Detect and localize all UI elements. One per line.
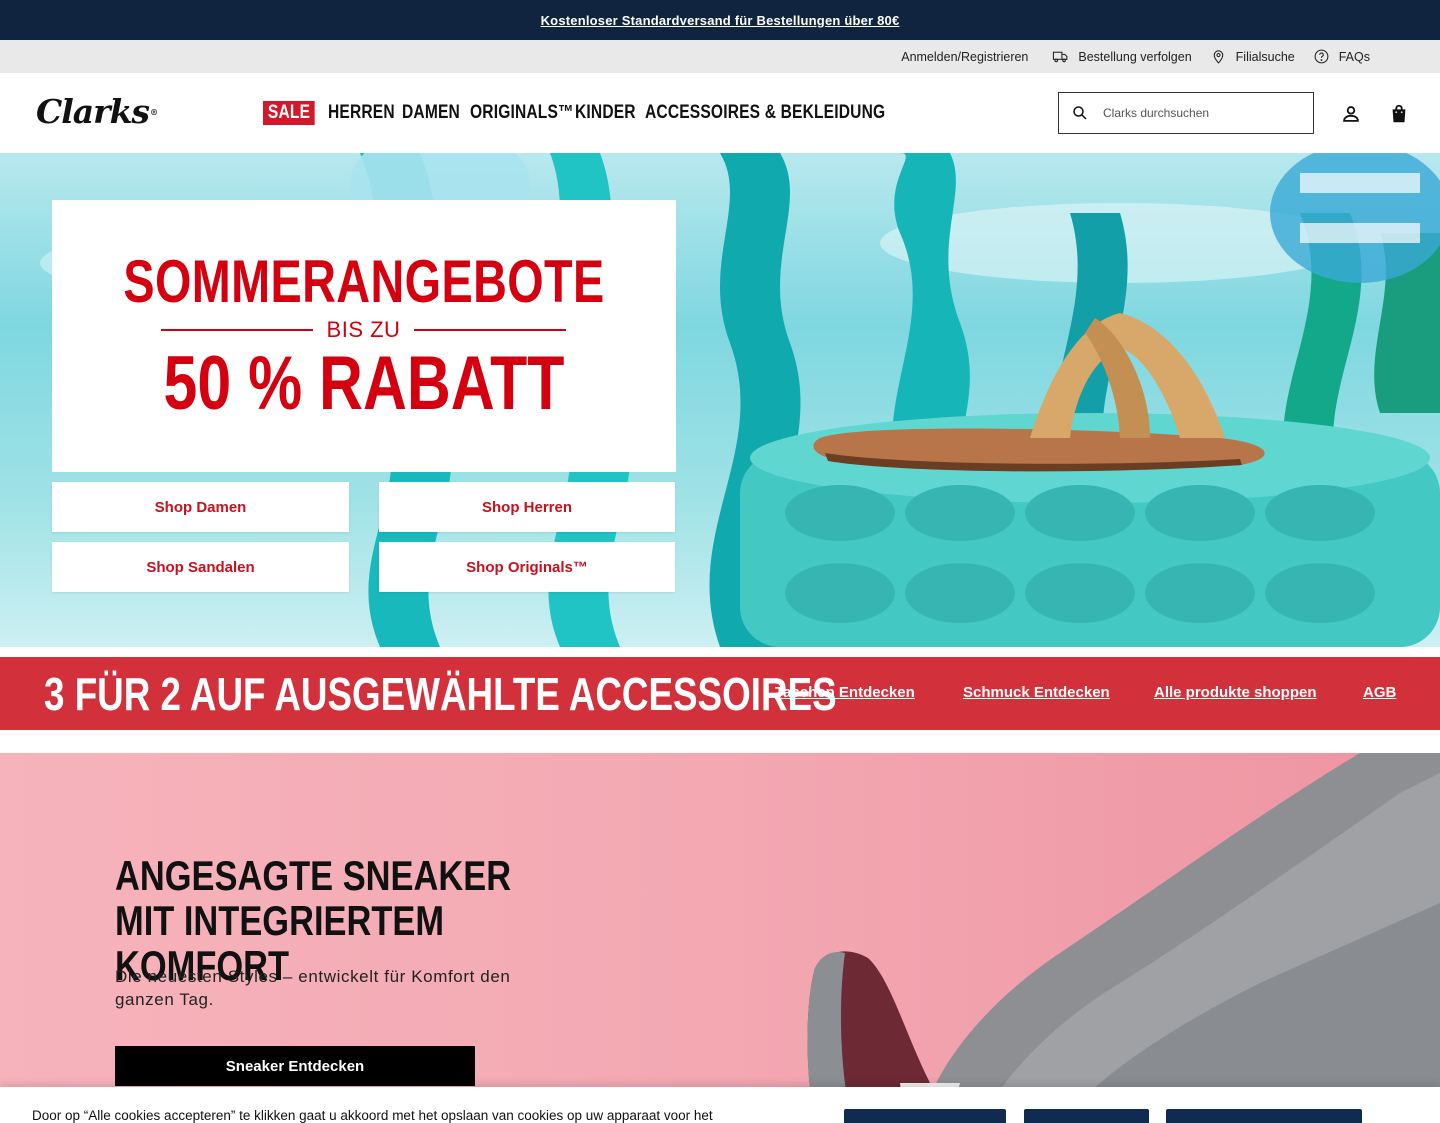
clarks-logo[interactable]: Clarks® (36, 92, 158, 131)
shop-herren-button[interactable]: Shop Herren (379, 482, 675, 532)
jewellery-link[interactable]: Schmuck Entdecken (963, 684, 1110, 701)
shop-all-link[interactable]: Alle produkte shoppen (1154, 684, 1317, 701)
divider-line (161, 329, 313, 331)
track-order-link[interactable]: Bestellung verfolgen (1052, 48, 1192, 65)
sneaker-feature: ANGESAGTE SNEAKER MIT INTEGRIERTEM KOMFO… (0, 753, 1440, 1123)
cookie-reject-button[interactable] (1024, 1109, 1149, 1123)
shopping-bag-icon[interactable] (1388, 103, 1410, 125)
nav-herren[interactable]: HERREN (328, 102, 395, 124)
faqs-label: FAQs (1338, 49, 1370, 64)
accessories-promo-band: 3 FÜR 2 AUF AUSGEWÄHLTE ACCESSOIRES Tasc… (0, 657, 1440, 730)
search-input[interactable] (1103, 106, 1293, 120)
store-finder-label: Filialsuche (1235, 49, 1295, 64)
hero-subtitle-row: BIS ZU (161, 317, 566, 342)
truck-icon (1053, 51, 1068, 63)
search-icon (1073, 106, 1087, 120)
faqs-link[interactable]: FAQs (1313, 48, 1370, 65)
cookie-banner: Door op “Alle cookies accepteren” te kli… (0, 1087, 1440, 1123)
track-order-label: Bestellung verfolgen (1078, 49, 1192, 64)
utility-bar: Anmelden/Registrieren Bestellung verfolg… (0, 40, 1440, 73)
promo-band-title: 3 FÜR 2 AUF AUSGEWÄHLTE ACCESSOIRES (44, 668, 837, 720)
login-link[interactable]: Anmelden/Registrieren (901, 50, 1028, 64)
nav-damen[interactable]: DAMEN (402, 102, 460, 124)
nav-sale[interactable]: SALE (263, 101, 316, 125)
discover-sneakers-button[interactable]: Sneaker Entdecken (115, 1046, 475, 1086)
hero-subtitle: BIS ZU (326, 317, 401, 342)
shop-originals-button[interactable]: Shop Originals™ (379, 542, 675, 592)
logo-text: Clarks (36, 92, 150, 131)
nav-accessoires[interactable]: ACCESSOIRES & BEKLEIDUNG (645, 102, 885, 124)
terms-link[interactable]: AGB (1363, 684, 1396, 701)
nav-originals[interactable]: ORIGINALS™ (470, 102, 574, 124)
cookie-accept-all-button[interactable] (1166, 1109, 1362, 1123)
shop-damen-button[interactable]: Shop Damen (52, 482, 349, 532)
bags-link[interactable]: Taschen Entdecken (775, 684, 915, 701)
nav-kinder[interactable]: KINDER (575, 102, 636, 124)
hero-promo-card: SOMMERANGEBOTE BIS ZU 50 % RABATT (52, 200, 676, 472)
question-circle-icon (1314, 49, 1329, 64)
site-header: Clarks® SALE HERREN DAMEN ORIGINALS™ KIN… (0, 73, 1440, 153)
hero-title: SOMMERANGEBOTE (123, 248, 605, 315)
store-finder-link[interactable]: Filialsuche (1210, 48, 1295, 65)
divider-line (414, 329, 566, 331)
promo-bar: Kostenloser Standardversand für Bestellu… (0, 0, 1440, 40)
hero-banner: SOMMERANGEBOTE BIS ZU 50 % RABATT Shop D… (0, 153, 1440, 647)
main-nav: SALE HERREN DAMEN ORIGINALS™ KINDER ACCE… (263, 101, 885, 125)
location-pin-icon (1213, 50, 1223, 64)
cookie-settings-button[interactable] (844, 1109, 1006, 1123)
cookie-text: Door op “Alle cookies accepteren” te kli… (32, 1108, 713, 1123)
account-icon[interactable] (1340, 103, 1362, 125)
hero-discount: 50 % RABATT (163, 341, 565, 426)
sneaker-subtitle: Die neuesten Styles – entwickelt für Kom… (115, 967, 511, 1009)
shop-sandalen-button[interactable]: Shop Sandalen (52, 542, 349, 592)
search-bar[interactable] (1058, 92, 1314, 134)
login-label: Anmelden/Registrieren (901, 49, 1029, 64)
free-shipping-link[interactable]: Kostenloser Standardversand für Bestellu… (541, 13, 900, 28)
